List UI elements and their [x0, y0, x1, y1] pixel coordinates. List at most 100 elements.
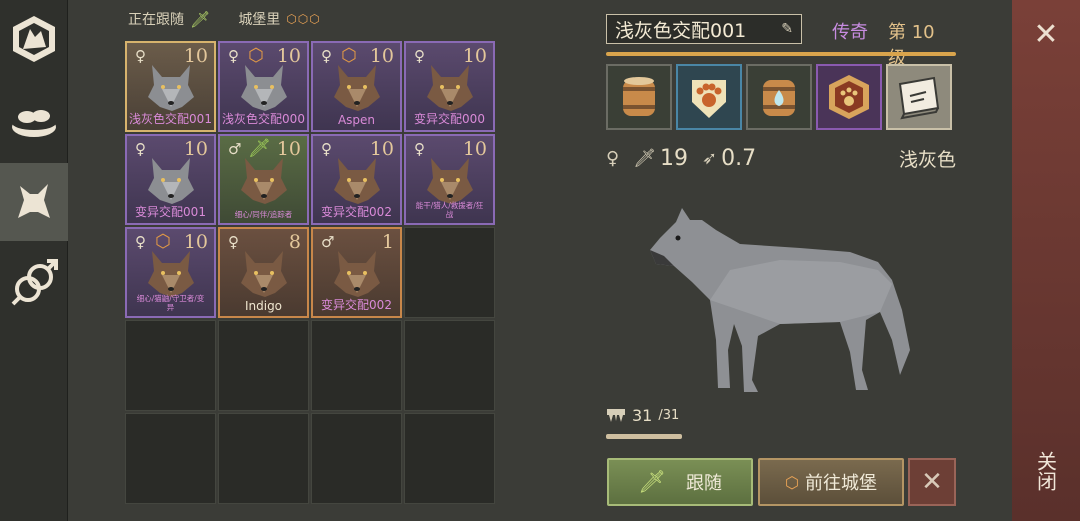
release-button[interactable]: ✕ [908, 458, 956, 506]
wolf-slot[interactable]: ♀ 8 Indigo [218, 227, 309, 318]
health-max: /31 [658, 408, 680, 423]
wolf-level: 10 [276, 138, 301, 160]
speed-icon: ➶ [702, 147, 718, 169]
wolf-level: 10 [462, 45, 487, 67]
female-icon: ♀ [228, 233, 239, 251]
wolf-level: 10 [369, 138, 394, 160]
paw-shield-icon [692, 80, 726, 118]
wolf-name-label: 浅灰色交配001 [129, 112, 212, 126]
sword-icon: 🗡 [633, 147, 657, 169]
sword-icon: 🗡 [190, 9, 211, 29]
wolf-level: 8 [288, 231, 301, 253]
wolf-stats: ♀ 🗡 19 ➶ 0.7 浅灰色 [606, 144, 956, 172]
wolf-emblem-icon [13, 16, 55, 62]
wolf-level: 10 [183, 138, 208, 160]
wolf-slot[interactable]: ♀ 10 变异交配002 [311, 134, 402, 225]
female-icon: ♀ [321, 140, 332, 158]
wolf-portrait [650, 208, 910, 392]
wolf-slot[interactable]: ♀ 10 变异交配001 [125, 134, 216, 225]
wolf-name-label: 变异交配001 [135, 205, 206, 219]
wolf-name-label: 细心/同伴/追踪者 [234, 210, 293, 219]
food-bowl-icon [12, 110, 56, 137]
wolf-name-label: 变异交配002 [321, 205, 392, 219]
following-label: 正在跟随 [128, 12, 184, 28]
female-icon: ♀ [606, 147, 620, 169]
health-value: 31 [632, 406, 653, 425]
attack-stat: 🗡 19 [633, 146, 688, 171]
food-barrel-icon [623, 77, 655, 116]
female-icon: ♀ [414, 47, 425, 65]
wolf-level: 10 [276, 45, 301, 67]
empty-slot [311, 413, 402, 504]
wolf-slot[interactable]: ♀ ⬡ 10 浅灰色交配000 [218, 41, 309, 132]
wolf-name-label: Indigo [244, 299, 283, 313]
go-to-castle-button[interactable]: ⬡ 前往城堡 [758, 458, 904, 506]
wolf-slot[interactable]: ♀ ⬡ 10 Aspen [311, 41, 402, 132]
empty-slot [218, 413, 309, 504]
wolf-slot[interactable]: ♀ 10 变异交配000 [404, 41, 495, 132]
female-icon: ♀ [135, 47, 146, 65]
male-icon: ♂ [228, 140, 242, 158]
tab-wolf-emblem[interactable] [0, 0, 68, 78]
castle-icon: ⬡ [785, 472, 799, 492]
follow-button[interactable]: 🗡 跟随 [607, 458, 753, 506]
sidebar [0, 0, 68, 521]
trait-food[interactable] [606, 64, 672, 130]
empty-slot [404, 227, 495, 318]
female-icon: ♀ [135, 233, 146, 251]
follow-label: 跟随 [685, 473, 722, 494]
trait-armor[interactable] [676, 64, 742, 130]
wolf-head-icon [240, 251, 287, 297]
wolf-slot[interactable]: ♀ 10 能干/猎人/救援者/狂战 [404, 134, 495, 225]
male-icon: ♂ [321, 233, 335, 251]
empty-slot [404, 320, 495, 411]
speed-value: 0.7 [721, 145, 757, 171]
tab-wolves[interactable] [0, 163, 68, 241]
wolf-slot[interactable]: ♂ 1 变异交配002 [311, 227, 402, 318]
health-bar [606, 434, 682, 439]
wolf-level: 10 [462, 138, 487, 160]
speed-stat: ➶ 0.7 [702, 146, 756, 171]
wolf-name: 浅灰色交配001 [615, 19, 747, 42]
wolf-slot[interactable]: ♀ ⬡ 10 细心/猫鼬/守卫者/变异 [125, 227, 216, 318]
sword-icon: 🗡 [638, 469, 666, 495]
empty-slot [218, 320, 309, 411]
castle-button-label: 前往城堡 [804, 473, 877, 494]
x-icon: ✕ [921, 467, 943, 497]
castle-icon: ⬡ [248, 45, 264, 66]
trait-book[interactable] [886, 64, 952, 130]
female-icon: ♀ [414, 140, 425, 158]
tab-food[interactable] [0, 82, 68, 160]
wolf-head-icon [333, 251, 380, 297]
gender-stat: ♀ [606, 148, 619, 169]
sword-icon: 🗡 [248, 138, 271, 159]
empty-slot [125, 413, 216, 504]
trait-list [606, 64, 952, 130]
edit-name-icon[interactable]: ✎ [781, 21, 793, 37]
close-label[interactable]: 关闭 [1012, 436, 1080, 506]
gender-breeding-icon [11, 259, 58, 306]
wolf-grid: ♀ 10 浅灰色交配001 ♀ ⬡ 10 浅灰色交配000 ♀ ⬡ 10 Aspen ♀ 10 变异交配0… [124, 40, 500, 507]
empty-slot [125, 320, 216, 411]
wolf-name-label: 变异交配000 [414, 112, 485, 126]
trait-hunt[interactable] [816, 64, 882, 130]
castle-slots-icon: ⬡⬡⬡ [286, 12, 321, 26]
wolf-slot[interactable]: ♂ 🗡 10 细心/同伴/追踪者 [218, 134, 309, 225]
trait-water[interactable] [746, 64, 812, 130]
wolf-name-field[interactable]: 浅灰色交配001 ✎ [606, 14, 802, 44]
wolf-name-label: 细心/猫鼬/守卫者/变异 [136, 294, 205, 312]
pack-status-header: 正在跟随 🗡 城堡里 ⬡⬡⬡ [128, 8, 321, 30]
female-icon: ♀ [135, 140, 146, 158]
wolf-name-label: 浅灰色交配000 [222, 112, 305, 126]
paw-badge-icon [829, 75, 869, 119]
close-icon[interactable]: ✕ [1012, 14, 1080, 54]
wolf-level: 10 [369, 45, 394, 67]
wolf-level: 10 [183, 231, 208, 253]
wolf-slot[interactable]: ♀ 10 浅灰色交配001 [125, 41, 216, 132]
tab-breeding[interactable] [0, 244, 68, 322]
health-display: 31/31 [606, 406, 679, 425]
castle-icon: ⬡ [341, 45, 357, 66]
castle-icon: ⬡ [155, 231, 171, 252]
empty-slot [311, 320, 402, 411]
close-panel[interactable]: ✕ 关闭 [1012, 0, 1080, 521]
